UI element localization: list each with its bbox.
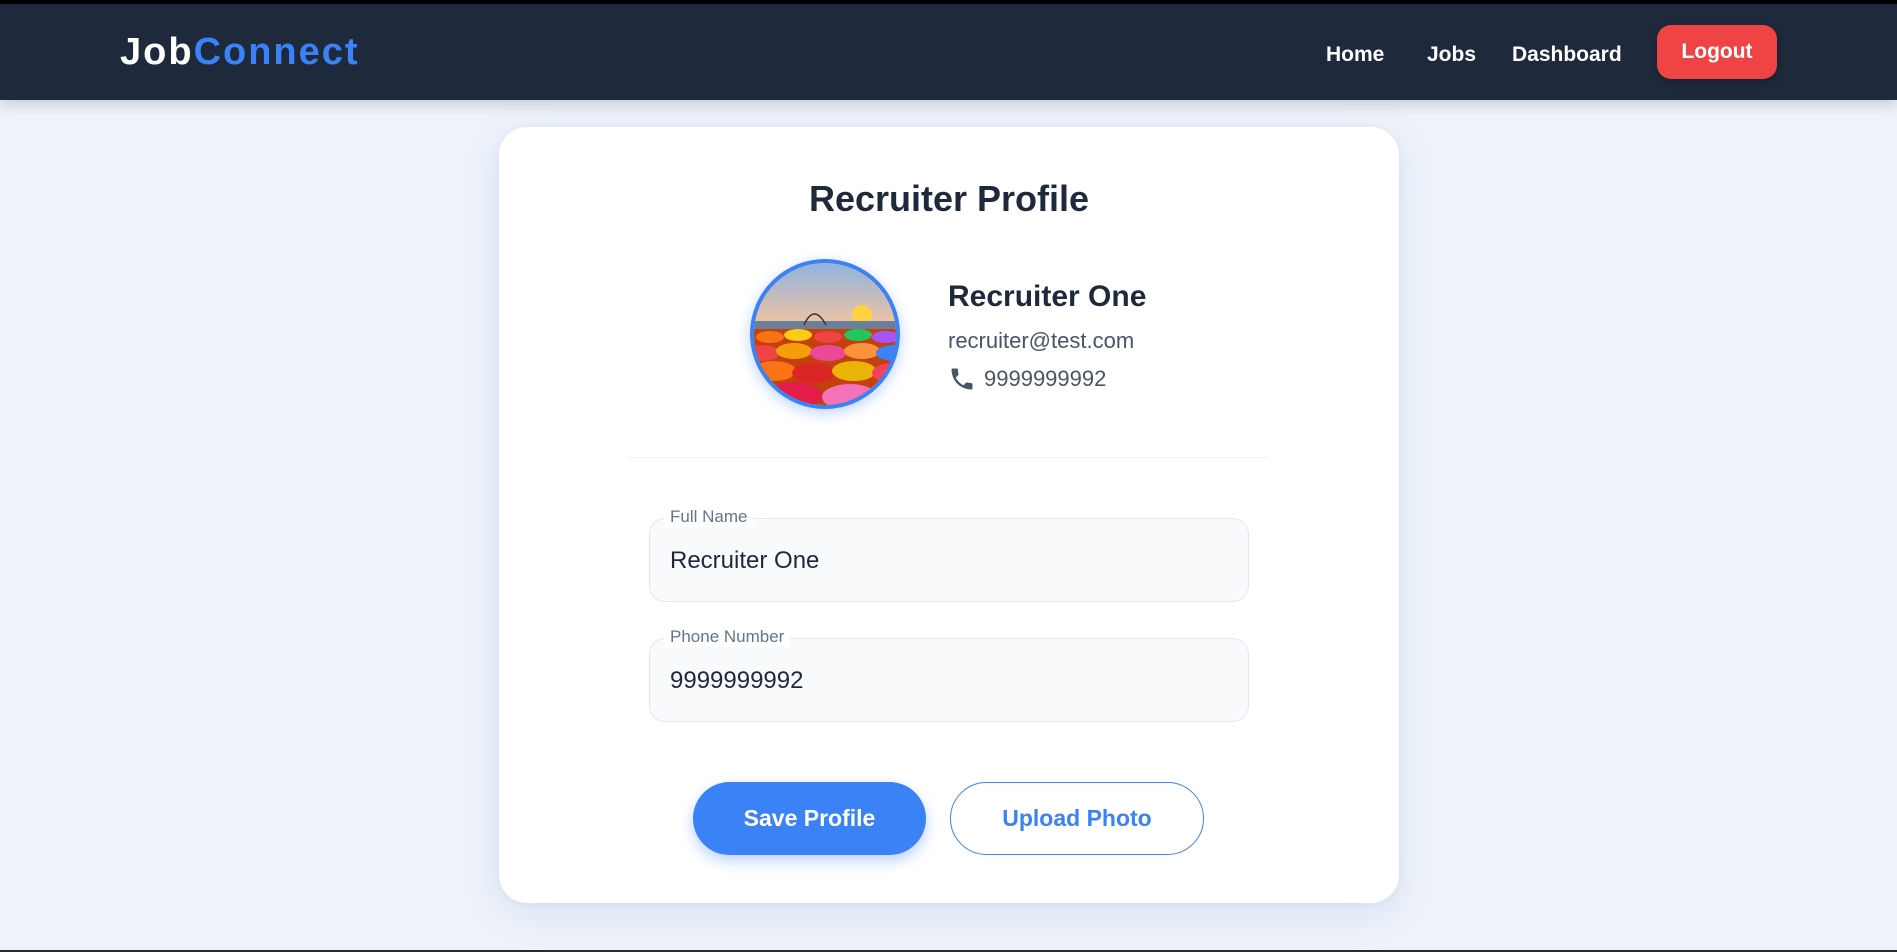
phone-number-field: Phone Number — [649, 627, 1249, 722]
upload-photo-button[interactable]: Upload Photo — [950, 782, 1204, 855]
phone-icon — [948, 365, 976, 393]
save-profile-button[interactable]: Save Profile — [693, 782, 926, 855]
profile-phone: 9999999992 — [948, 365, 1106, 393]
nav-link-dashboard[interactable]: Dashboard — [1512, 42, 1622, 68]
navbar: JobConnect Home Jobs Dashboard Logout — [0, 4, 1897, 100]
profile-name: Recruiter One — [948, 280, 1147, 313]
profile-email: recruiter@test.com — [948, 328, 1135, 353]
full-name-label: Full Name — [664, 507, 754, 527]
profile-phone-number: 9999999992 — [984, 366, 1107, 391]
divider — [629, 457, 1269, 458]
nav-link-home[interactable]: Home — [1326, 42, 1384, 68]
phone-number-label: Phone Number — [664, 627, 791, 647]
full-name-input[interactable] — [670, 541, 1230, 581]
full-name-field: Full Name — [649, 507, 1249, 602]
profile-card: Recruiter Profile Recruiter One recruite… — [499, 127, 1399, 903]
phone-number-input[interactable] — [670, 661, 1230, 701]
logout-button[interactable]: Logout — [1657, 25, 1777, 79]
brand-logo[interactable]: JobConnect — [120, 30, 360, 74]
nav-link-jobs[interactable]: Jobs — [1427, 42, 1476, 68]
brand-logo-part-connect: Connect — [193, 31, 360, 73]
avatar-photo — [754, 263, 896, 405]
avatar — [750, 259, 900, 409]
page-title: Recruiter Profile — [808, 178, 1090, 219]
brand-logo-part-job: Job — [120, 31, 194, 73]
